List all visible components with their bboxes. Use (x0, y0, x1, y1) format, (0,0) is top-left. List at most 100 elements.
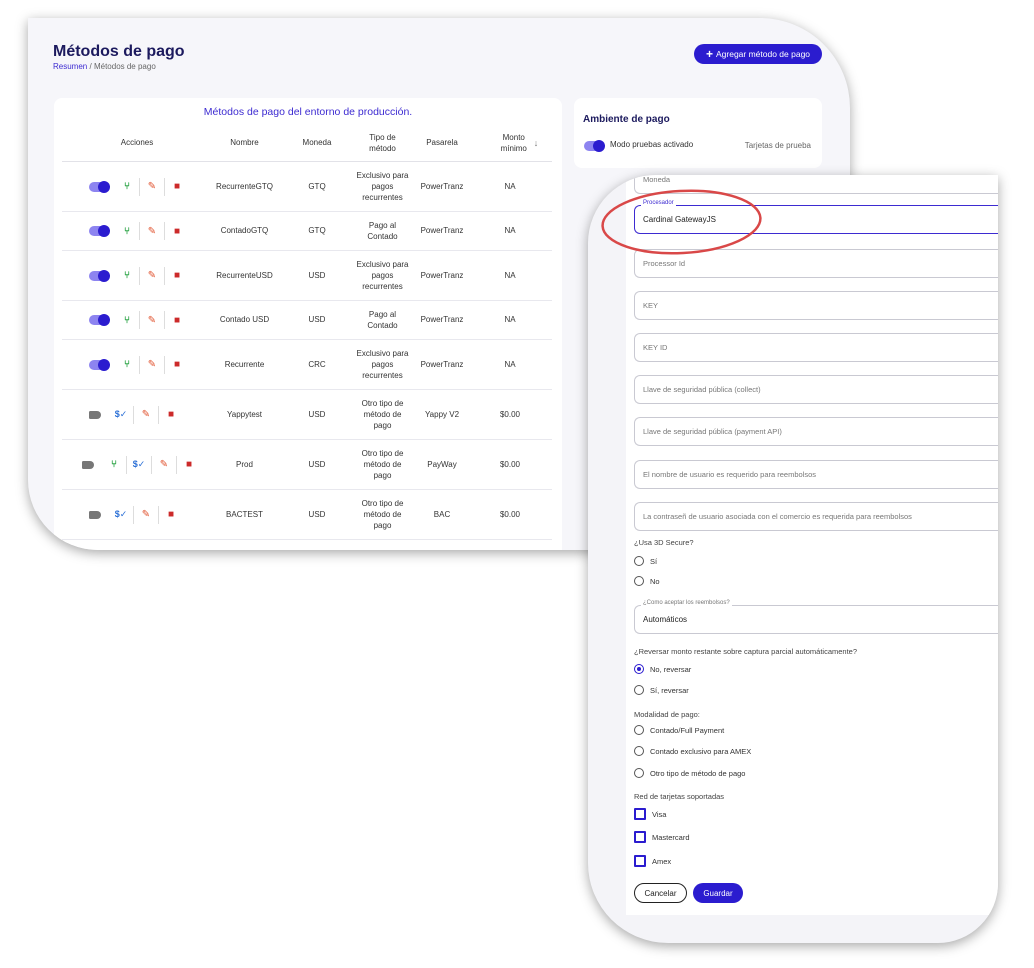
reverse-option-yes[interactable]: Sí, reversar (634, 685, 689, 695)
radio-icon[interactable] (634, 685, 644, 695)
text-field[interactable]: Processor Id (634, 249, 998, 278)
text-field[interactable]: Llave de seguridad pública (collect) (634, 375, 998, 404)
row-min-amount: NA (504, 226, 516, 236)
branch-icon[interactable]: ⑂ (121, 314, 133, 326)
payment-environment-card: Ambiente de pago Modo pruebas activado T… (574, 98, 822, 168)
toggle-knob (82, 460, 94, 469)
dollar-check-icon[interactable]: $✓ (133, 459, 146, 471)
toggle-off-icon[interactable] (89, 410, 101, 419)
radio-icon[interactable] (634, 556, 644, 566)
radio-icon[interactable] (634, 768, 644, 778)
row-actions: $✓ ✎ ■ (89, 390, 177, 439)
edit-icon[interactable]: ✎ (140, 409, 152, 421)
payment-mode-question: Modalidad de pago: (634, 710, 700, 719)
row-currency: USD (308, 270, 326, 280)
row-currency: USD (308, 459, 326, 469)
dollar-check-icon[interactable]: $✓ (115, 409, 128, 421)
action-divider (158, 405, 159, 424)
row-name: RecurrenteGTQ (216, 181, 273, 191)
edit-icon[interactable]: ✎ (146, 314, 158, 326)
card-network-amex[interactable]: Amex (634, 855, 671, 867)
toggle-on-icon[interactable] (89, 358, 110, 371)
table-row: ⑂ ✎ ■ RecurrenteGTQ GTQ Exclusivo para pagos … (62, 162, 552, 212)
checkbox-icon[interactable] (634, 855, 646, 867)
toggle-on-icon[interactable] (89, 180, 110, 193)
test-mode-toggle[interactable] (584, 140, 605, 152)
payment-mode-option-full[interactable]: Contado/Full Payment (634, 725, 724, 735)
text-field[interactable]: Llave de seguridad pública (payment API) (634, 417, 998, 446)
radio-selected-icon[interactable] (634, 664, 644, 674)
3d-secure-option-yes[interactable]: Sí (634, 556, 657, 566)
row-min-amount: NA (504, 270, 516, 280)
delete-icon[interactable]: ■ (183, 459, 195, 471)
breadcrumb-link-summary[interactable]: Resumen (53, 62, 87, 71)
action-divider (164, 355, 165, 374)
edit-icon[interactable]: ✎ (146, 359, 158, 371)
col-method-type: Tipo de método (369, 132, 396, 153)
action-divider (139, 177, 140, 196)
toggle-on-icon[interactable] (89, 314, 110, 326)
branch-icon[interactable]: ⑂ (121, 270, 133, 282)
branch-icon[interactable]: ⑂ (121, 359, 133, 371)
delete-icon[interactable]: ■ (171, 181, 183, 193)
edit-icon[interactable]: ✎ (140, 509, 152, 521)
toggle-off-icon[interactable] (89, 510, 101, 519)
radio-icon[interactable] (634, 576, 644, 586)
text-field-placeholder: KEY ID (643, 343, 668, 352)
checkbox-icon[interactable] (634, 808, 646, 820)
edit-icon[interactable]: ✎ (158, 459, 170, 471)
checkbox-icon[interactable] (634, 831, 646, 843)
row-name: ContadoGTQ (220, 226, 269, 236)
row-gateway: PowerTranz (420, 315, 464, 325)
cancel-button[interactable]: Cancelar (634, 883, 687, 903)
toggle-knob (89, 410, 101, 419)
branch-icon[interactable]: ⑂ (121, 225, 133, 237)
refunds-select[interactable]: ¿Como aceptar los reembolsos? Automático… (634, 600, 998, 634)
save-button[interactable]: Guardar (693, 883, 743, 903)
toggle-on-icon[interactable] (89, 225, 110, 237)
branch-icon[interactable]: ⑂ (108, 459, 120, 471)
delete-icon[interactable]: ■ (165, 409, 177, 421)
text-field-placeholder: La contraseñ de usuario asociada con el … (643, 512, 912, 521)
edit-icon[interactable]: ✎ (146, 225, 158, 237)
action-divider (158, 505, 159, 524)
payment-mode-option-other[interactable]: Otro tipo de método de pago (634, 768, 745, 778)
action-divider (133, 505, 134, 524)
text-field[interactable]: La contraseñ de usuario asociada con el … (634, 502, 998, 531)
test-cards-link[interactable]: Tarjetas de prueba (745, 141, 811, 150)
processor-field[interactable]: Procesador Cardinal GatewayJS (634, 200, 998, 234)
edit-icon[interactable]: ✎ (146, 181, 158, 193)
payment-methods-table: Métodos de pago del entorno de producció… (54, 98, 562, 550)
row-name: RecurrenteUSD (216, 270, 273, 280)
table-row: $✓ ✎ ■ Yappytest USD Otro tipo de método de p… (62, 390, 552, 440)
card-network-mastercard[interactable]: Mastercard (634, 831, 690, 843)
payment-mode-option-amex[interactable]: Contado exclusivo para AMEX (634, 746, 751, 756)
row-actions: $✓ ✎ ■ (89, 490, 177, 539)
table-row: ⑂ ✎ ■ ContadoGTQ GTQ Pago al Contado PowerTran… (62, 212, 552, 251)
row-method-type: Otro tipo de método de pago (361, 498, 404, 531)
radio-icon[interactable] (634, 746, 644, 756)
toggle-off-icon[interactable] (82, 460, 94, 469)
edit-icon[interactable]: ✎ (146, 270, 158, 282)
card-network-visa[interactable]: Visa (634, 808, 666, 820)
row-name: Contado USD (219, 315, 270, 325)
text-field[interactable]: El nombre de usuario es requerido para r… (634, 460, 998, 489)
delete-icon[interactable]: ■ (171, 314, 183, 326)
text-field[interactable]: KEY ID (634, 333, 998, 362)
text-field[interactable]: KEY (634, 291, 998, 320)
add-payment-method-button[interactable]: + Agregar método de pago (694, 44, 822, 64)
3d-secure-option-no[interactable]: No (634, 576, 660, 586)
delete-icon[interactable]: ■ (171, 270, 183, 282)
delete-icon[interactable]: ■ (171, 359, 183, 371)
delete-icon[interactable]: ■ (171, 225, 183, 237)
dollar-check-icon[interactable]: $✓ (115, 509, 128, 521)
branch-icon[interactable]: ⑂ (121, 181, 133, 193)
currency-field[interactable]: Moneda (634, 175, 998, 194)
col-min-amount[interactable]: Monto mínimo ↓ (490, 124, 546, 162)
reverse-option-no[interactable]: No, reversar (634, 664, 691, 674)
col-currency: Moneda (302, 138, 332, 148)
radio-icon[interactable] (634, 725, 644, 735)
delete-icon[interactable]: ■ (165, 509, 177, 521)
toggle-on-icon[interactable] (89, 269, 110, 282)
sort-arrow-down-icon[interactable]: ↓ (534, 137, 539, 150)
